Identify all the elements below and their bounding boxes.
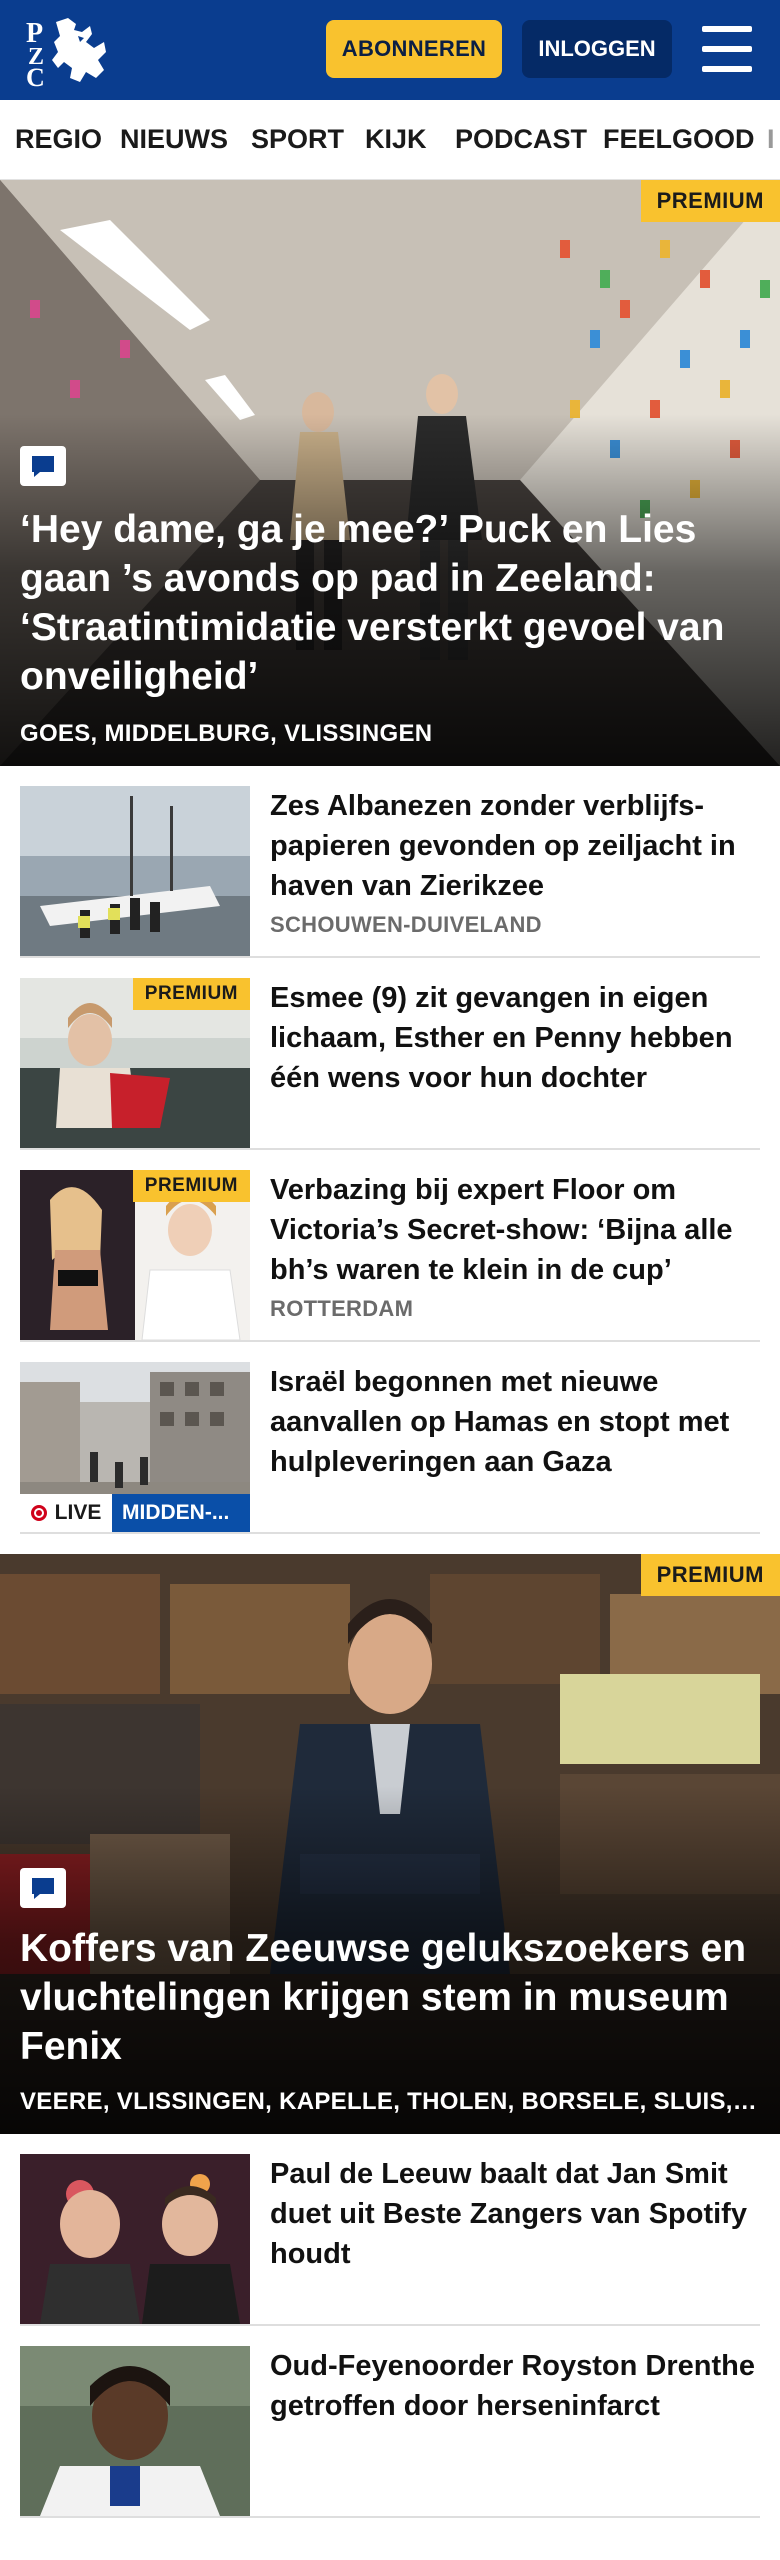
live-indicator: LIVE xyxy=(20,1494,112,1532)
list-item[interactable]: Oud-Feyenoorder Royston Drenthe getroffe… xyxy=(20,2326,760,2518)
live-label: LIVE xyxy=(54,1501,102,1524)
pzc-logo-graphic: P Z C xyxy=(26,18,106,92)
hero-1-title[interactable]: ‘Hey dame, ga je mee?’ Puck en Lies gaan… xyxy=(20,505,750,701)
list-item[interactable]: PREMIUM Verbazing bij expert Floor om Vi… xyxy=(20,1150,760,1342)
article-thumbnail xyxy=(20,2154,250,2324)
premium-badge: PREMIUM xyxy=(640,1554,780,1596)
article-region-tag[interactable]: ROTTERDAM xyxy=(270,1296,413,1322)
top-bar: P Z C ABONNEREN INLOGGEN xyxy=(0,0,780,100)
live-region-label: MIDDEN-... xyxy=(112,1494,250,1532)
live-badge: LIVE MIDDEN-... xyxy=(20,1494,250,1532)
article-thumbnail xyxy=(20,786,250,956)
list-item[interactable]: Zes Albanezen zonder verblijfs­papieren … xyxy=(20,766,760,958)
article-thumbnail: PREMIUM xyxy=(20,978,250,1148)
svg-text:C: C xyxy=(26,63,45,88)
hero-article-2[interactable]: PREMIUM Koffers van Zeeuwse gelukszoeker… xyxy=(0,1554,780,2134)
menu-icon[interactable] xyxy=(700,24,754,76)
premium-badge: PREMIUM xyxy=(640,180,780,222)
article-thumbnail xyxy=(20,2346,250,2516)
hero-1-tags[interactable]: GOES, MIDDELBURG, VLISSINGEN xyxy=(20,720,760,748)
nav-item-overflow[interactable]: I xyxy=(767,100,775,179)
list-item[interactable]: PREMIUM Esmee (9) zit gevangen in eigen … xyxy=(20,958,760,1150)
hero-2-tags[interactable]: VEERE, VLISSINGEN, KAPELLE, THOLEN, BORS… xyxy=(20,2088,760,2116)
list-item[interactable]: Paul de Leeuw baalt dat Jan Smit duet ui… xyxy=(20,2134,760,2326)
nav-item-kijk[interactable]: KIJK xyxy=(365,100,427,179)
nav-item-regio[interactable]: REGIO xyxy=(15,100,102,179)
article-title[interactable]: Paul de Leeuw baalt dat Jan Smit duet ui… xyxy=(270,2154,760,2274)
pzc-logo[interactable]: P Z C xyxy=(20,12,120,92)
login-button[interactable]: INLOGGEN xyxy=(522,20,672,78)
nav-item-podcast[interactable]: PODCAST xyxy=(455,100,587,179)
article-title[interactable]: Oud-Feyenoorder Royston Drenthe getroffe… xyxy=(270,2346,760,2426)
premium-badge: PREMIUM xyxy=(132,978,250,1010)
comment-icon xyxy=(20,446,66,486)
list-item[interactable]: LIVE MIDDEN-... Israël begonnen met nieu… xyxy=(20,1342,760,1534)
comment-icon xyxy=(20,1868,66,1908)
hero-2-title[interactable]: Koffers van Zeeuwse gelukszoekers en vlu… xyxy=(20,1924,750,2071)
subscribe-button[interactable]: ABONNEREN xyxy=(326,20,502,78)
article-title[interactable]: Israël begonnen met nieuwe aanvallen op … xyxy=(270,1362,760,1482)
section-nav: REGIO NIEUWS SPORT KIJK PODCAST FEELGOOD… xyxy=(0,100,780,180)
premium-badge: PREMIUM xyxy=(132,1170,250,1202)
article-thumbnail: LIVE MIDDEN-... xyxy=(20,1362,250,1532)
article-title[interactable]: Verbazing bij expert Floor om Victoria’s… xyxy=(270,1170,760,1290)
hero-article-1[interactable]: PREMIUM ‘Hey dame, ga je mee?’ Puck en L… xyxy=(0,180,780,766)
live-dot-icon xyxy=(30,1505,47,1521)
article-title[interactable]: Zes Albanezen zonder verblijfs­papieren … xyxy=(270,786,760,906)
nav-item-sport[interactable]: SPORT xyxy=(251,100,344,179)
nav-item-feelgood[interactable]: FEELGOOD xyxy=(603,100,755,179)
article-region-tag[interactable]: SCHOUWEN-DUIVELAND xyxy=(270,912,542,938)
article-thumbnail: PREMIUM xyxy=(20,1170,250,1340)
nav-item-nieuws[interactable]: NIEUWS xyxy=(120,100,228,179)
article-title[interactable]: Esmee (9) zit gevangen in eigen lichaam,… xyxy=(270,978,760,1098)
